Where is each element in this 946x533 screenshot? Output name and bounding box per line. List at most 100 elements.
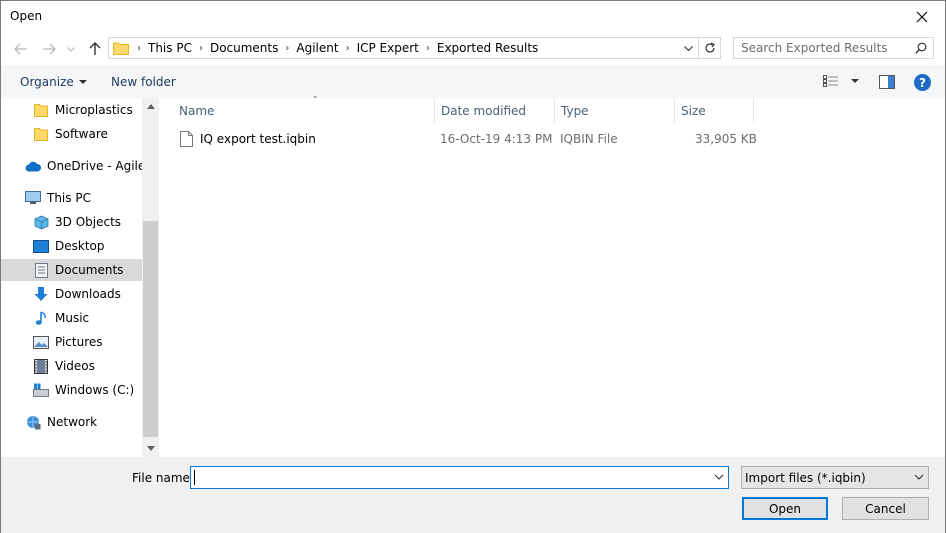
chevron-down-icon bbox=[683, 45, 693, 51]
caret-down-icon bbox=[78, 79, 87, 84]
file-name-input[interactable] bbox=[190, 466, 729, 489]
back-button[interactable] bbox=[12, 40, 30, 58]
recent-locations-button[interactable] bbox=[65, 40, 77, 58]
nav-item-onedrive[interactable]: OneDrive - Agilen bbox=[25, 155, 142, 177]
back-arrow-icon bbox=[14, 43, 27, 55]
nav-item-videos[interactable]: Videos bbox=[33, 355, 142, 377]
pictures-icon bbox=[33, 334, 49, 350]
column-header-date-modified[interactable]: Date modified bbox=[435, 98, 555, 123]
close-icon bbox=[916, 11, 928, 22]
cancel-button[interactable]: Cancel bbox=[842, 497, 929, 520]
scroll-up-icon bbox=[146, 104, 155, 109]
crumb-icp-expert[interactable]: ICP Expert bbox=[354, 41, 422, 55]
nav-item-software[interactable]: Software bbox=[33, 123, 142, 145]
file-icon bbox=[180, 131, 193, 147]
crumb-exported-results[interactable]: Exported Results bbox=[434, 41, 541, 55]
nav-item-network[interactable]: Network bbox=[25, 411, 142, 433]
nav-item-desktop[interactable]: Desktop bbox=[33, 235, 142, 257]
nav-item-downloads[interactable]: Downloads bbox=[33, 283, 142, 305]
column-header-name[interactable]: Name ˄ bbox=[173, 96, 435, 123]
caret-down-icon bbox=[851, 78, 859, 83]
nav-item-label: OneDrive - Agilen bbox=[47, 159, 142, 173]
chevron-down-icon bbox=[914, 474, 924, 480]
scroll-down-icon bbox=[146, 446, 155, 451]
up-button[interactable] bbox=[86, 40, 104, 58]
new-folder-button[interactable]: New folder bbox=[111, 75, 176, 89]
nav-item-3d-objects[interactable]: 3D Objects bbox=[33, 211, 142, 233]
documents-icon bbox=[33, 262, 49, 278]
chevron-right-icon: › bbox=[425, 42, 430, 54]
download-icon bbox=[33, 286, 49, 302]
crumb-this-pc[interactable]: This PC bbox=[145, 41, 195, 55]
nav-item-label: Documents bbox=[55, 263, 124, 277]
column-header-label: Type bbox=[561, 103, 589, 118]
folder-icon bbox=[113, 42, 129, 55]
chevron-right-icon: › bbox=[137, 42, 141, 54]
nav-item-music[interactable]: Music bbox=[33, 307, 142, 329]
preview-pane-button[interactable] bbox=[879, 75, 895, 92]
folder-icon bbox=[33, 102, 49, 118]
organize-label: Organize bbox=[20, 75, 74, 89]
chevron-right-icon: › bbox=[198, 42, 203, 54]
bottom-panel: File name: Import files (*.iqbin) Open C… bbox=[1, 457, 945, 533]
chevron-right-icon: › bbox=[285, 42, 290, 54]
nav-item-microplastics[interactable]: Microplastics bbox=[33, 99, 142, 121]
file-name-cell[interactable]: IQ export test.iqbin bbox=[180, 131, 316, 147]
close-button[interactable] bbox=[899, 1, 945, 32]
file-list: Name ˄ Date modified Type Size IQ export… bbox=[159, 96, 945, 457]
nav-item-pictures[interactable]: Pictures bbox=[33, 331, 142, 353]
forward-button[interactable] bbox=[40, 40, 58, 58]
network-icon bbox=[25, 414, 41, 430]
column-header-type[interactable]: Type bbox=[555, 98, 675, 123]
nav-item-label: Software bbox=[55, 127, 108, 141]
chevron-right-icon: › bbox=[345, 42, 350, 54]
nav-item-label: Network bbox=[47, 415, 98, 429]
nav-item-label: This PC bbox=[47, 191, 91, 205]
nav-item-windows-c[interactable]: Windows (C:) bbox=[33, 379, 142, 401]
column-header-label: Name bbox=[179, 103, 215, 118]
column-header-label: Size bbox=[681, 103, 706, 118]
music-icon bbox=[33, 310, 49, 326]
refresh-icon bbox=[704, 42, 715, 53]
videos-icon bbox=[33, 358, 49, 374]
refresh-button[interactable] bbox=[698, 38, 720, 58]
nav-item-label: Music bbox=[55, 311, 90, 325]
file-name: IQ export test.iqbin bbox=[200, 132, 316, 146]
open-button[interactable]: Open bbox=[742, 497, 828, 520]
open-dialog: Open › This PC › Documents › Agilent › I… bbox=[0, 0, 946, 533]
navigation-scrollbar[interactable] bbox=[142, 98, 159, 457]
chevron-down-icon[interactable] bbox=[714, 470, 724, 484]
address-history-button[interactable] bbox=[680, 38, 696, 58]
nav-item-this-pc[interactable]: This PC bbox=[25, 187, 142, 209]
column-header-size[interactable]: Size bbox=[675, 98, 754, 123]
text-cursor bbox=[194, 470, 195, 485]
cube-icon bbox=[33, 214, 49, 230]
command-bar: Organize New folder ? bbox=[1, 66, 945, 98]
change-view-button[interactable] bbox=[823, 75, 859, 87]
sort-ascending-icon: ˄ bbox=[313, 96, 318, 106]
nav-item-label: Microplastics bbox=[55, 103, 133, 117]
cloud-icon bbox=[25, 158, 41, 174]
nav-item-documents[interactable]: Documents bbox=[1, 259, 142, 281]
organize-menu-button[interactable]: Organize bbox=[20, 75, 87, 89]
file-type-select[interactable]: Import files (*.iqbin) bbox=[741, 466, 929, 489]
nav-item-label: Desktop bbox=[55, 239, 105, 253]
navigation-row: › This PC › Documents › Agilent › ICP Ex… bbox=[1, 32, 945, 66]
scroll-thumb[interactable] bbox=[143, 221, 158, 437]
help-button[interactable]: ? bbox=[914, 74, 931, 91]
computer-icon bbox=[25, 190, 41, 206]
file-name-label: File name: bbox=[132, 471, 194, 485]
file-size: 33,905 KB bbox=[695, 132, 757, 146]
scroll-up-button[interactable] bbox=[142, 98, 159, 115]
search-input[interactable]: Search Exported Results bbox=[733, 37, 934, 59]
details-view-icon bbox=[823, 75, 838, 87]
navigation-pane: Microplastics Software OneDrive - Agilen… bbox=[1, 98, 142, 457]
crumb-documents[interactable]: Documents bbox=[207, 41, 281, 55]
desktop-icon bbox=[33, 238, 49, 254]
crumb-agilent[interactable]: Agilent bbox=[293, 41, 341, 55]
address-bar[interactable]: › This PC › Documents › Agilent › ICP Ex… bbox=[108, 37, 721, 59]
search-icon bbox=[915, 42, 927, 54]
forward-arrow-icon bbox=[43, 43, 56, 55]
file-type: IQBIN File bbox=[560, 132, 618, 146]
scroll-down-button[interactable] bbox=[142, 440, 159, 457]
